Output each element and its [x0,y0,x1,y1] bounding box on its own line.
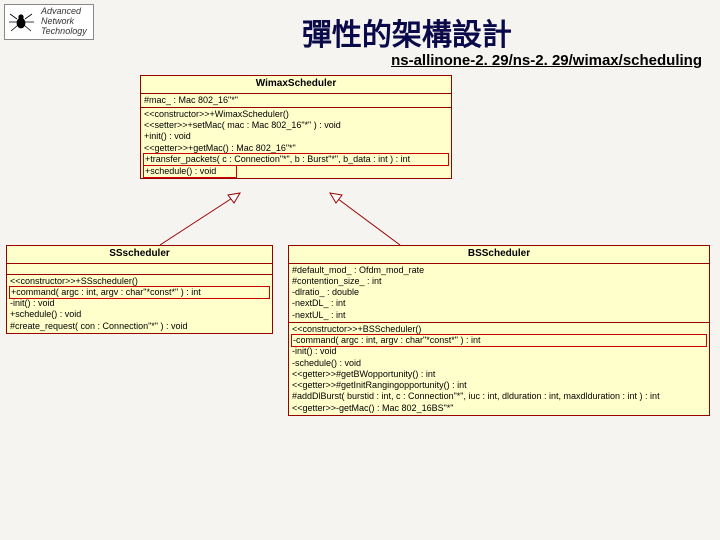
class-ss-scheduler: SSscheduler <<constructor>>+SSscheduler(… [6,245,273,334]
class-attrs-empty [7,264,272,275]
op: <<getter>>#getBWopportunity() : int [292,369,706,380]
attr: #mac_ : Mac 802_16"*" [144,95,448,106]
class-wimax-scheduler: WimaxScheduler #mac_ : Mac 802_16"*" <<c… [140,75,452,179]
attr: -dlratio_ : double [292,287,706,298]
op-highlighted: +command( argc : int, argv : char"*const… [9,286,270,299]
op-highlighted: +schedule() : void [143,165,237,178]
spider-icon [7,9,37,35]
class-bs-scheduler: BSScheduler #default_mod_ : Ofdm_mod_rat… [288,245,710,416]
class-ops: <<constructor>>+SSscheduler() +command( … [7,275,272,333]
op: <<getter>>-getMac() : Mac 802_16BS"*" [292,403,706,414]
op: -schedule() : void [292,358,706,369]
class-attrs: #default_mod_ : Ofdm_mod_rate #contentio… [289,264,709,323]
op: +init() : void [144,131,448,142]
header: Advanced Network Technology 彈性的架構設計 [0,0,720,54]
class-ops: <<constructor>>+WimaxScheduler() <<sette… [141,108,451,179]
op: +schedule() : void [10,309,269,320]
class-name: SSscheduler [7,246,272,264]
attr: #default_mod_ : Ofdm_mod_rate [292,265,706,276]
path-subtitle: ns-allinone-2. 29/ns-2. 29/wimax/schedul… [0,52,720,69]
op: -init() : void [292,346,706,357]
class-ops: <<constructor>>+BSScheduler() -command( … [289,323,709,415]
class-name: WimaxScheduler [141,76,451,94]
op: -init() : void [10,298,269,309]
op-highlighted: -command( argc : int, argv : char"*const… [291,334,707,347]
op: <<setter>>+setMac( mac : Mac 802_16"*" )… [144,120,448,131]
op: <<constructor>>+WimaxScheduler() [144,109,448,120]
attr: #contention_size_ : int [292,276,706,287]
class-attrs: #mac_ : Mac 802_16"*" [141,94,451,108]
op: <<getter>>#getInitRangingopportunity() :… [292,380,706,391]
op-highlighted: +transfer_packets( c : Connection"*", b … [143,153,449,166]
logo-text-3: Technology [41,27,87,37]
op: #create_request( con : Connection"*" ) :… [10,321,269,332]
logo-box: Advanced Network Technology [4,4,94,40]
attr: -nextUL_ : int [292,310,706,321]
attr: -nextDL_ : int [292,298,706,309]
op: #addDlBurst( burstid : int, c : Connecti… [292,391,706,402]
class-name: BSScheduler [289,246,709,264]
uml-diagram: WimaxScheduler #mac_ : Mac 802_16"*" <<c… [0,75,720,495]
page-title: 彈性的架構設計 [94,10,720,54]
